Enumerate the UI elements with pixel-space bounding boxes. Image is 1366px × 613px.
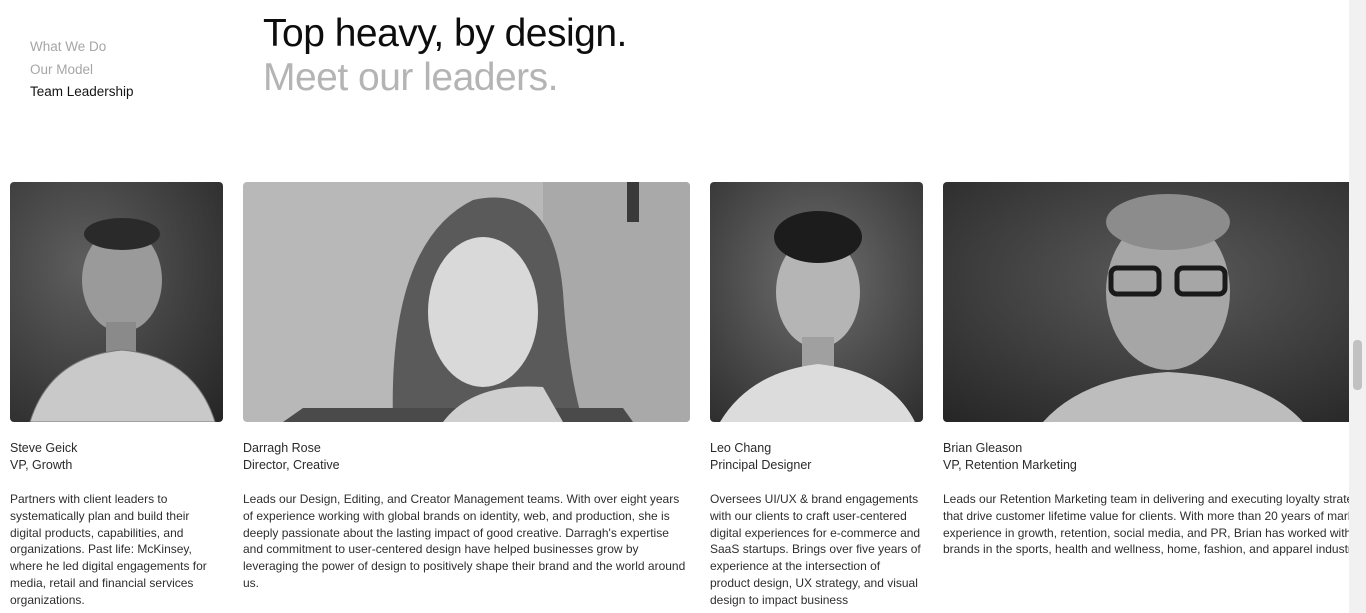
leader-card-brian-gleason: Brian Gleason VP, Retention Marketing Le… bbox=[943, 182, 1366, 558]
leader-name: Leo Chang bbox=[710, 441, 772, 455]
leader-role: VP, Retention Marketing bbox=[943, 458, 1077, 472]
leader-name: Darragh Rose bbox=[243, 441, 321, 455]
scrollbar-thumb[interactable] bbox=[1353, 340, 1362, 390]
leader-bio: Oversees UI/UX & brand engagements with … bbox=[710, 492, 921, 607]
leader-bio: Leads our Retention Marketing team in de… bbox=[943, 492, 1366, 557]
leader-portrait bbox=[710, 182, 923, 422]
section-heading: Top heavy, by design. Meet our leaders. bbox=[263, 12, 627, 100]
leader-role: Director, Creative bbox=[243, 458, 340, 472]
leader-card-leo-chang: Leo Chang Principal Designer Oversees UI… bbox=[710, 182, 923, 609]
leader-name: Brian Gleason bbox=[943, 441, 1023, 455]
page-scrollbar[interactable] bbox=[1349, 0, 1366, 613]
section-nav: What We Do Our Model Team Leadership bbox=[30, 36, 134, 104]
leader-card-steve-geick: Steve Geick VP, Growth Partners with cli… bbox=[10, 182, 223, 609]
leader-bio: Partners with client leaders to systemat… bbox=[10, 492, 207, 607]
leader-portrait bbox=[10, 182, 223, 422]
leader-name: Steve Geick bbox=[10, 441, 78, 455]
heading-primary: Top heavy, by design. bbox=[263, 12, 627, 55]
leader-portrait bbox=[943, 182, 1366, 422]
leader-role: VP, Growth bbox=[10, 458, 73, 472]
leader-card-darragh-rose: Darragh Rose Director, Creative Leads ou… bbox=[243, 182, 690, 592]
nav-link-our-model[interactable]: Our Model bbox=[30, 59, 134, 82]
leader-portrait bbox=[243, 182, 690, 422]
heading-secondary: Meet our leaders. bbox=[263, 56, 558, 99]
leader-role: Principal Designer bbox=[710, 458, 812, 472]
nav-link-team-leadership[interactable]: Team Leadership bbox=[30, 81, 134, 104]
nav-link-what-we-do[interactable]: What We Do bbox=[30, 36, 134, 59]
leader-bio: Leads our Design, Editing, and Creator M… bbox=[243, 492, 686, 590]
